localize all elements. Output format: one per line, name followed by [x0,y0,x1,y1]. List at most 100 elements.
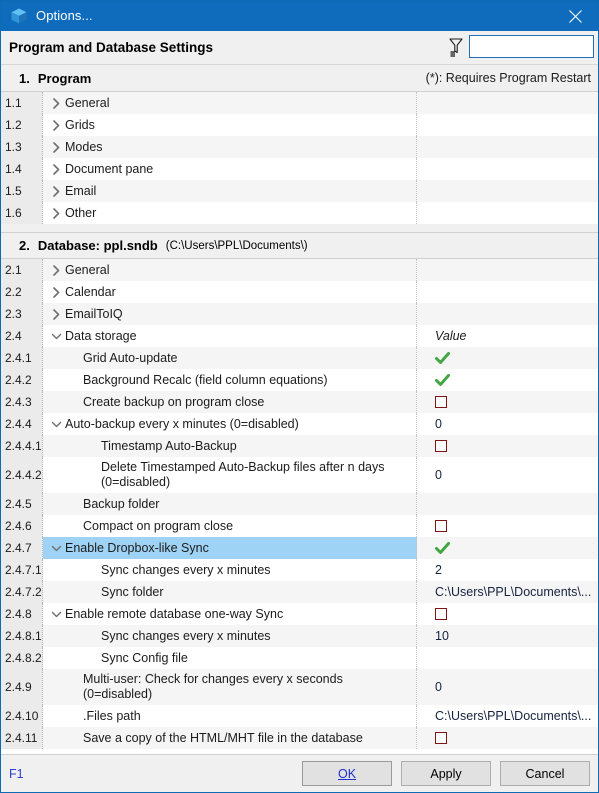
row-label-cell[interactable]: Modes [43,136,417,158]
row-label-cell[interactable]: Background Recalc (field column equation… [43,369,417,391]
row-value-cell[interactable] [417,92,598,114]
row-label-cell[interactable]: Auto-backup every x minutes (0=disabled) [43,413,417,435]
table-row[interactable]: 2.4.1 Grid Auto-update [1,347,598,369]
row-label-cell[interactable]: Calendar [43,281,417,303]
table-row[interactable]: 2.4.4.2 Delete Timestamped Auto-Backup fi… [1,457,598,493]
row-label-cell[interactable]: Timestamp Auto-Backup [43,435,417,457]
row-value-cell[interactable] [417,647,598,669]
row-value-cell[interactable]: 0 [417,457,598,493]
row-value-cell[interactable]: 2 [417,559,598,581]
row-value-cell[interactable] [417,281,598,303]
row-label-cell[interactable]: General [43,92,417,114]
row-label-cell[interactable]: Enable remote database one-way Sync [43,603,417,625]
table-row[interactable]: 2.4.3 Create backup on program close [1,391,598,413]
apply-button[interactable]: Apply [401,761,491,786]
row-label-cell[interactable]: Multi-user: Check for changes every x se… [43,669,417,705]
chevron-right-icon[interactable] [47,264,65,276]
checked-icon[interactable] [435,351,450,366]
row-label-cell[interactable]: .Files path [43,705,417,727]
table-row[interactable]: 2.4.9 Multi-user: Check for changes every… [1,669,598,705]
table-row[interactable]: 2.4.8.1 Sync changes every x minutes 10 [1,625,598,647]
table-row[interactable]: 1.5 Email [1,180,598,202]
row-label-cell[interactable]: General [43,259,417,281]
row-label-cell[interactable]: Sync changes every x minutes [43,625,417,647]
row-value-cell[interactable] [417,435,598,457]
search-input[interactable] [469,35,594,58]
funnel-filter-icon[interactable] [447,37,465,57]
row-label-cell[interactable]: Save a copy of the HTML/MHT file in the … [43,727,417,749]
row-value-cell[interactable] [417,259,598,281]
table-row[interactable]: 2.4.7.1 Sync changes every x minutes 2 [1,559,598,581]
row-label-cell[interactable]: Data storage [43,325,417,347]
table-row[interactable]: 2.4.7 Enable Dropbox-like Sync [1,537,598,559]
table-row[interactable]: 1.4 Document pane [1,158,598,180]
row-label-cell[interactable]: EmailToIQ [43,303,417,325]
unchecked-checkbox[interactable] [435,440,447,452]
row-value-cell[interactable] [417,391,598,413]
table-row[interactable]: 2.4.5 Backup folder [1,493,598,515]
table-row[interactable]: 2.4.6 Compact on program close [1,515,598,537]
row-value-cell[interactable] [417,158,598,180]
row-label-cell[interactable]: Sync Config file [43,647,417,669]
row-label-cell[interactable]: Email [43,180,417,202]
row-label-cell[interactable]: Grids [43,114,417,136]
table-row[interactable]: 2.4.8.2 Sync Config file [1,647,598,669]
row-value-cell[interactable]: C:\Users\PPL\Documents\... [417,581,598,603]
row-label-cell[interactable]: Other [43,202,417,224]
chevron-down-icon[interactable] [47,420,65,429]
checked-icon[interactable] [435,373,450,388]
chevron-right-icon[interactable] [47,286,65,298]
row-label-cell[interactable]: Create backup on program close [43,391,417,413]
row-label-cell[interactable]: Compact on program close [43,515,417,537]
chevron-right-icon[interactable] [47,97,65,109]
table-row[interactable]: 2.4 Data storage Value [1,325,598,347]
table-row[interactable]: 2.4.7.2 Sync folder C:\Users\PPL\Documents… [1,581,598,603]
chevron-right-icon[interactable] [47,185,65,197]
chevron-down-icon[interactable] [47,544,65,553]
row-label-cell[interactable]: Document pane [43,158,417,180]
row-value-cell[interactable] [417,303,598,325]
table-row[interactable]: 2.4.2 Background Recalc (field column equ… [1,369,598,391]
unchecked-checkbox[interactable] [435,520,447,532]
table-row[interactable]: 2.2 Calendar [1,281,598,303]
table-row[interactable]: 1.1 General [1,92,598,114]
row-value-cell[interactable]: C:\Users\PPL\Documents\... [417,705,598,727]
row-value-cell[interactable] [417,202,598,224]
row-value-cell[interactable] [417,603,598,625]
table-row[interactable]: 2.4.4.1 Timestamp Auto-Backup [1,435,598,457]
row-value-cell[interactable] [417,369,598,391]
row-value-cell[interactable] [417,136,598,158]
ok-button[interactable]: OK [302,761,392,786]
chevron-right-icon[interactable] [47,207,65,219]
row-value-cell[interactable] [417,515,598,537]
row-value-cell[interactable] [417,537,598,559]
table-row[interactable]: 2.4.11 Save a copy of the HTML/MHT file i… [1,727,598,749]
row-value-cell[interactable]: 0 [417,413,598,435]
table-row[interactable]: 1.6 Other [1,202,598,224]
chevron-right-icon[interactable] [47,141,65,153]
row-value-cell[interactable] [417,347,598,369]
row-label-cell[interactable]: Backup folder [43,493,417,515]
cancel-button[interactable]: Cancel [500,761,590,786]
row-label-cell[interactable]: Sync changes every x minutes [43,559,417,581]
row-label-cell[interactable]: Enable Dropbox-like Sync [43,537,417,559]
row-label-cell[interactable]: Delete Timestamped Auto-Backup files aft… [43,457,417,493]
chevron-right-icon[interactable] [47,308,65,320]
chevron-right-icon[interactable] [47,119,65,131]
table-row[interactable]: 2.4.8 Enable remote database one-way Sync [1,603,598,625]
chevron-right-icon[interactable] [47,163,65,175]
row-label-cell[interactable]: Sync folder [43,581,417,603]
close-icon[interactable] [552,1,598,31]
row-label-cell[interactable]: Grid Auto-update [43,347,417,369]
table-row[interactable]: 2.1 General [1,259,598,281]
row-value-cell[interactable] [417,727,598,749]
chevron-down-icon[interactable] [47,610,65,619]
unchecked-checkbox[interactable] [435,732,447,744]
table-row[interactable]: 2.4.4 Auto-backup every x minutes (0=disa… [1,413,598,435]
table-row[interactable]: 1.3 Modes [1,136,598,158]
row-value-cell[interactable] [417,180,598,202]
row-value-cell[interactable]: 10 [417,625,598,647]
row-value-cell[interactable] [417,114,598,136]
table-row[interactable]: 2.4.10 .Files path C:\Users\PPL\Documents\… [1,705,598,727]
unchecked-checkbox[interactable] [435,396,447,408]
